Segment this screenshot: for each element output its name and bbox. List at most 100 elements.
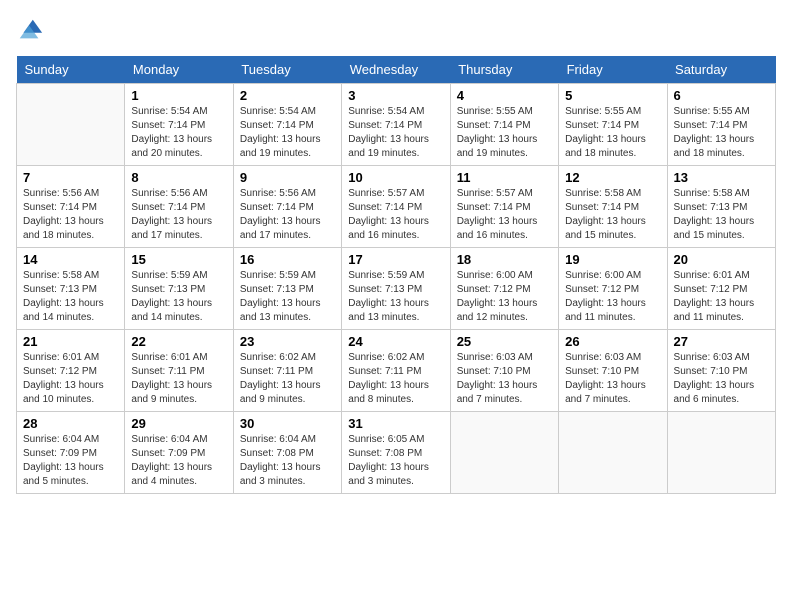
day-number: 28 <box>23 416 118 431</box>
day-number: 8 <box>131 170 226 185</box>
day-info: Sunrise: 5:56 AM Sunset: 7:14 PM Dayligh… <box>240 187 335 243</box>
calendar-cell: 6 Sunrise: 5:55 AM Sunset: 7:14 PM Daylig… <box>667 84 775 166</box>
day-info: Sunrise: 6:00 AM Sunset: 7:12 PM Dayligh… <box>565 269 660 325</box>
day-info: Sunrise: 5:55 AM Sunset: 7:14 PM Dayligh… <box>674 105 769 161</box>
day-info: Sunrise: 5:54 AM Sunset: 7:14 PM Dayligh… <box>240 105 335 161</box>
day-number: 13 <box>674 170 769 185</box>
day-number: 7 <box>23 170 118 185</box>
day-info: Sunrise: 6:01 AM Sunset: 7:12 PM Dayligh… <box>674 269 769 325</box>
calendar-cell: 7 Sunrise: 5:56 AM Sunset: 7:14 PM Daylig… <box>17 166 125 248</box>
calendar-cell: 16 Sunrise: 5:59 AM Sunset: 7:13 PM Dayli… <box>233 248 341 330</box>
day-number: 30 <box>240 416 335 431</box>
day-number: 10 <box>348 170 443 185</box>
day-info: Sunrise: 6:01 AM Sunset: 7:11 PM Dayligh… <box>131 351 226 407</box>
calendar-cell: 2 Sunrise: 5:54 AM Sunset: 7:14 PM Daylig… <box>233 84 341 166</box>
day-info: Sunrise: 6:02 AM Sunset: 7:11 PM Dayligh… <box>348 351 443 407</box>
day-number: 17 <box>348 252 443 267</box>
day-number: 21 <box>23 334 118 349</box>
calendar-week-row: 21 Sunrise: 6:01 AM Sunset: 7:12 PM Dayli… <box>17 330 776 412</box>
day-header-saturday: Saturday <box>667 56 775 84</box>
calendar-cell: 10 Sunrise: 5:57 AM Sunset: 7:14 PM Dayli… <box>342 166 450 248</box>
day-info: Sunrise: 6:02 AM Sunset: 7:11 PM Dayligh… <box>240 351 335 407</box>
day-info: Sunrise: 6:01 AM Sunset: 7:12 PM Dayligh… <box>23 351 118 407</box>
calendar-week-row: 7 Sunrise: 5:56 AM Sunset: 7:14 PM Daylig… <box>17 166 776 248</box>
calendar-cell: 19 Sunrise: 6:00 AM Sunset: 7:12 PM Dayli… <box>559 248 667 330</box>
day-info: Sunrise: 5:55 AM Sunset: 7:14 PM Dayligh… <box>565 105 660 161</box>
calendar-cell: 28 Sunrise: 6:04 AM Sunset: 7:09 PM Dayli… <box>17 412 125 494</box>
day-number: 22 <box>131 334 226 349</box>
calendar-cell <box>667 412 775 494</box>
calendar-cell: 25 Sunrise: 6:03 AM Sunset: 7:10 PM Dayli… <box>450 330 558 412</box>
calendar-cell: 14Sunrise: 5:58 AM Sunset: 7:13 PM Dayli… <box>17 248 125 330</box>
day-header-friday: Friday <box>559 56 667 84</box>
day-number: 23 <box>240 334 335 349</box>
day-info: Sunrise: 6:04 AM Sunset: 7:08 PM Dayligh… <box>240 433 335 489</box>
calendar-cell: 27 Sunrise: 6:03 AM Sunset: 7:10 PM Dayli… <box>667 330 775 412</box>
day-number: 27 <box>674 334 769 349</box>
day-number: 31 <box>348 416 443 431</box>
calendar-cell: 8 Sunrise: 5:56 AM Sunset: 7:14 PM Daylig… <box>125 166 233 248</box>
logo-icon <box>16 16 44 44</box>
day-info: Sunrise: 5:59 AM Sunset: 7:13 PM Dayligh… <box>131 269 226 325</box>
calendar-cell: 18 Sunrise: 6:00 AM Sunset: 7:12 PM Dayli… <box>450 248 558 330</box>
day-header-thursday: Thursday <box>450 56 558 84</box>
day-info: Sunrise: 5:57 AM Sunset: 7:14 PM Dayligh… <box>348 187 443 243</box>
calendar-cell: 23 Sunrise: 6:02 AM Sunset: 7:11 PM Dayli… <box>233 330 341 412</box>
day-number: 29 <box>131 416 226 431</box>
day-number: 9 <box>240 170 335 185</box>
day-info: Sunrise: 6:03 AM Sunset: 7:10 PM Dayligh… <box>674 351 769 407</box>
day-number: 2 <box>240 88 335 103</box>
day-info: Sunrise: 6:03 AM Sunset: 7:10 PM Dayligh… <box>457 351 552 407</box>
day-info: Sunrise: 5:56 AM Sunset: 7:14 PM Dayligh… <box>23 187 118 243</box>
day-info: Sunrise: 6:04 AM Sunset: 7:09 PM Dayligh… <box>131 433 226 489</box>
day-number: 16 <box>240 252 335 267</box>
calendar-cell <box>559 412 667 494</box>
day-number: 25 <box>457 334 552 349</box>
calendar-cell <box>17 84 125 166</box>
day-number: 24 <box>348 334 443 349</box>
calendar-cell: 9 Sunrise: 5:56 AM Sunset: 7:14 PM Daylig… <box>233 166 341 248</box>
day-info: Sunrise: 6:05 AM Sunset: 7:08 PM Dayligh… <box>348 433 443 489</box>
calendar-cell: 11Sunrise: 5:57 AM Sunset: 7:14 PM Dayli… <box>450 166 558 248</box>
day-number: 1 <box>131 88 226 103</box>
day-number: 26 <box>565 334 660 349</box>
day-number: 20 <box>674 252 769 267</box>
page-header <box>16 16 776 44</box>
day-number: 6 <box>674 88 769 103</box>
calendar-cell: 17 Sunrise: 5:59 AM Sunset: 7:13 PM Dayli… <box>342 248 450 330</box>
day-info: Sunrise: 5:56 AM Sunset: 7:14 PM Dayligh… <box>131 187 226 243</box>
calendar-cell: 31 Sunrise: 6:05 AM Sunset: 7:08 PM Dayli… <box>342 412 450 494</box>
day-info: Sunrise: 5:54 AM Sunset: 7:14 PM Dayligh… <box>131 105 226 161</box>
day-number: 19 <box>565 252 660 267</box>
day-number: 15 <box>131 252 226 267</box>
calendar-cell: 24 Sunrise: 6:02 AM Sunset: 7:11 PM Dayli… <box>342 330 450 412</box>
day-info: Sunrise: 5:58 AM Sunset: 7:14 PM Dayligh… <box>565 187 660 243</box>
day-number: 18 <box>457 252 552 267</box>
day-number: 4 <box>457 88 552 103</box>
calendar-cell: 26 Sunrise: 6:03 AM Sunset: 7:10 PM Dayli… <box>559 330 667 412</box>
calendar-cell <box>450 412 558 494</box>
day-number: 11 <box>457 170 552 185</box>
calendar-cell: 21 Sunrise: 6:01 AM Sunset: 7:12 PM Dayli… <box>17 330 125 412</box>
logo <box>16 16 48 44</box>
calendar-week-row: 1 Sunrise: 5:54 AM Sunset: 7:14 PM Daylig… <box>17 84 776 166</box>
day-header-wednesday: Wednesday <box>342 56 450 84</box>
day-info: Sunrise: 6:00 AM Sunset: 7:12 PM Dayligh… <box>457 269 552 325</box>
calendar-cell: 30 Sunrise: 6:04 AM Sunset: 7:08 PM Dayli… <box>233 412 341 494</box>
day-info: Sunrise: 5:59 AM Sunset: 7:13 PM Dayligh… <box>348 269 443 325</box>
day-info: Sunrise: 6:03 AM Sunset: 7:10 PM Dayligh… <box>565 351 660 407</box>
day-info: Sunrise: 5:54 AM Sunset: 7:14 PM Dayligh… <box>348 105 443 161</box>
day-info: Sunrise: 5:58 AM Sunset: 7:13 PM Dayligh… <box>674 187 769 243</box>
calendar-cell: 15 Sunrise: 5:59 AM Sunset: 7:13 PM Dayli… <box>125 248 233 330</box>
calendar-cell: 1 Sunrise: 5:54 AM Sunset: 7:14 PM Daylig… <box>125 84 233 166</box>
day-header-sunday: Sunday <box>17 56 125 84</box>
day-number: 14 <box>23 252 118 267</box>
calendar-table: SundayMondayTuesdayWednesdayThursdayFrid… <box>16 56 776 494</box>
calendar-cell: 20 Sunrise: 6:01 AM Sunset: 7:12 PM Dayli… <box>667 248 775 330</box>
day-info: Sunrise: 5:59 AM Sunset: 7:13 PM Dayligh… <box>240 269 335 325</box>
calendar-week-row: 28 Sunrise: 6:04 AM Sunset: 7:09 PM Dayli… <box>17 412 776 494</box>
calendar-cell: 22 Sunrise: 6:01 AM Sunset: 7:11 PM Dayli… <box>125 330 233 412</box>
day-info: Sunrise: 5:55 AM Sunset: 7:14 PM Dayligh… <box>457 105 552 161</box>
day-number: 3 <box>348 88 443 103</box>
day-info: Sunrise: 6:04 AM Sunset: 7:09 PM Dayligh… <box>23 433 118 489</box>
